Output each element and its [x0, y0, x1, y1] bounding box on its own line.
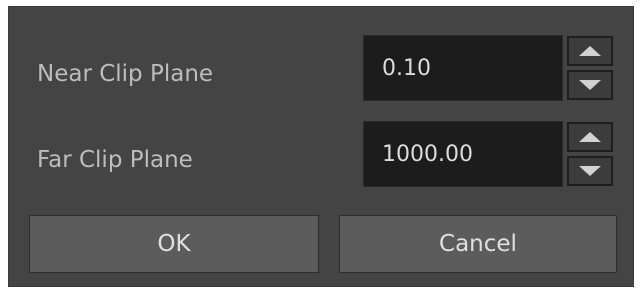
far-clip-plane-value: 1000.00	[382, 141, 473, 167]
near-clip-plane-increment-button[interactable]	[567, 36, 613, 66]
near-clip-plane-value: 0.10	[382, 55, 431, 81]
far-clip-plane-spinbox: 1000.00	[363, 121, 617, 187]
clip-plane-dialog: Near Clip Plane 0.10 Far Clip Plane 1000…	[8, 6, 634, 287]
near-clip-plane-label: Near Clip Plane	[37, 61, 214, 87]
triangle-up-icon	[579, 46, 601, 56]
ok-button[interactable]: OK	[29, 215, 319, 273]
cancel-button[interactable]: Cancel	[339, 215, 617, 273]
near-clip-plane-decrement-button[interactable]	[567, 70, 613, 100]
far-clip-plane-label: Far Clip Plane	[37, 147, 193, 173]
far-clip-plane-decrement-button[interactable]	[567, 156, 613, 186]
near-clip-plane-spinbox: 0.10	[363, 35, 617, 101]
triangle-up-icon	[579, 132, 601, 142]
triangle-down-icon	[579, 80, 601, 90]
triangle-down-icon	[579, 166, 601, 176]
far-clip-plane-input[interactable]: 1000.00	[363, 121, 563, 187]
near-clip-plane-input[interactable]: 0.10	[363, 35, 563, 101]
far-clip-plane-increment-button[interactable]	[567, 122, 613, 152]
